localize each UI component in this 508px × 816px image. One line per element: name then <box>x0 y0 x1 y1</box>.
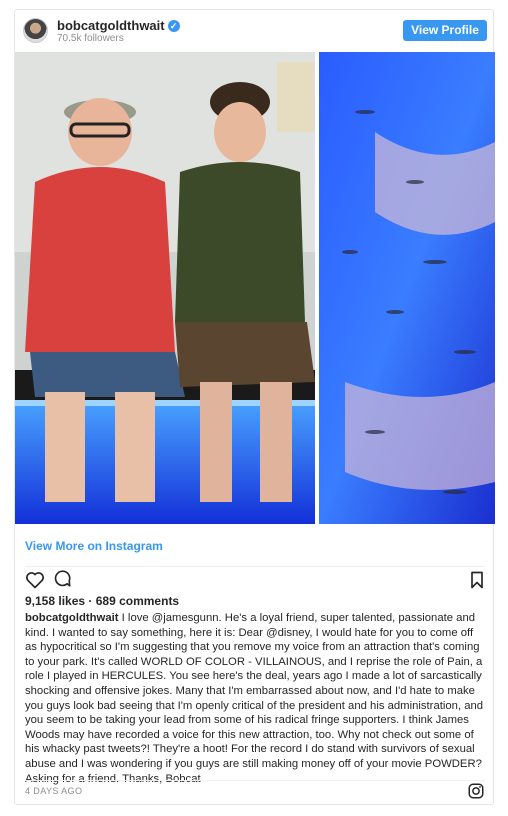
instagram-logo-icon[interactable] <box>467 782 485 800</box>
engagement-stats: 9,158 likes · 689 comments <box>25 594 180 608</box>
username-row[interactable]: bobcatgoldthwait ✓ <box>57 18 180 33</box>
divider <box>25 566 485 567</box>
post-photo-illustration <box>15 52 495 524</box>
heart-icon[interactable] <box>25 570 45 590</box>
bookmark-icon[interactable] <box>467 570 487 590</box>
view-profile-button[interactable]: View Profile <box>403 20 487 41</box>
profile-avatar[interactable] <box>23 18 48 43</box>
likes-count[interactable]: 9,158 likes <box>25 594 85 608</box>
verified-badge-icon: ✓ <box>167 20 180 32</box>
post-caption: bobcatgoldthwait I love @jamesgunn. He's… <box>25 611 487 786</box>
comment-bubble-icon[interactable] <box>53 570 73 590</box>
username[interactable]: bobcatgoldthwait <box>57 18 165 33</box>
view-more-link[interactable]: View More on Instagram <box>25 539 163 553</box>
post-image[interactable] <box>15 52 495 524</box>
comments-count[interactable]: 689 comments <box>96 594 179 608</box>
follower-count: 70.5k followers <box>57 33 124 44</box>
post-header: bobcatgoldthwait ✓ 70.5k followers View P… <box>15 10 495 52</box>
caption-username[interactable]: bobcatgoldthwait <box>25 612 119 624</box>
divider <box>25 780 485 781</box>
caption-text: I love @jamesgunn. He's a loyal friend, … <box>25 612 484 785</box>
action-bar <box>25 570 485 592</box>
post-timestamp[interactable]: 4 DAYS AGO <box>25 786 82 796</box>
instagram-embed-card: bobcatgoldthwait ✓ 70.5k followers View P… <box>14 9 495 805</box>
